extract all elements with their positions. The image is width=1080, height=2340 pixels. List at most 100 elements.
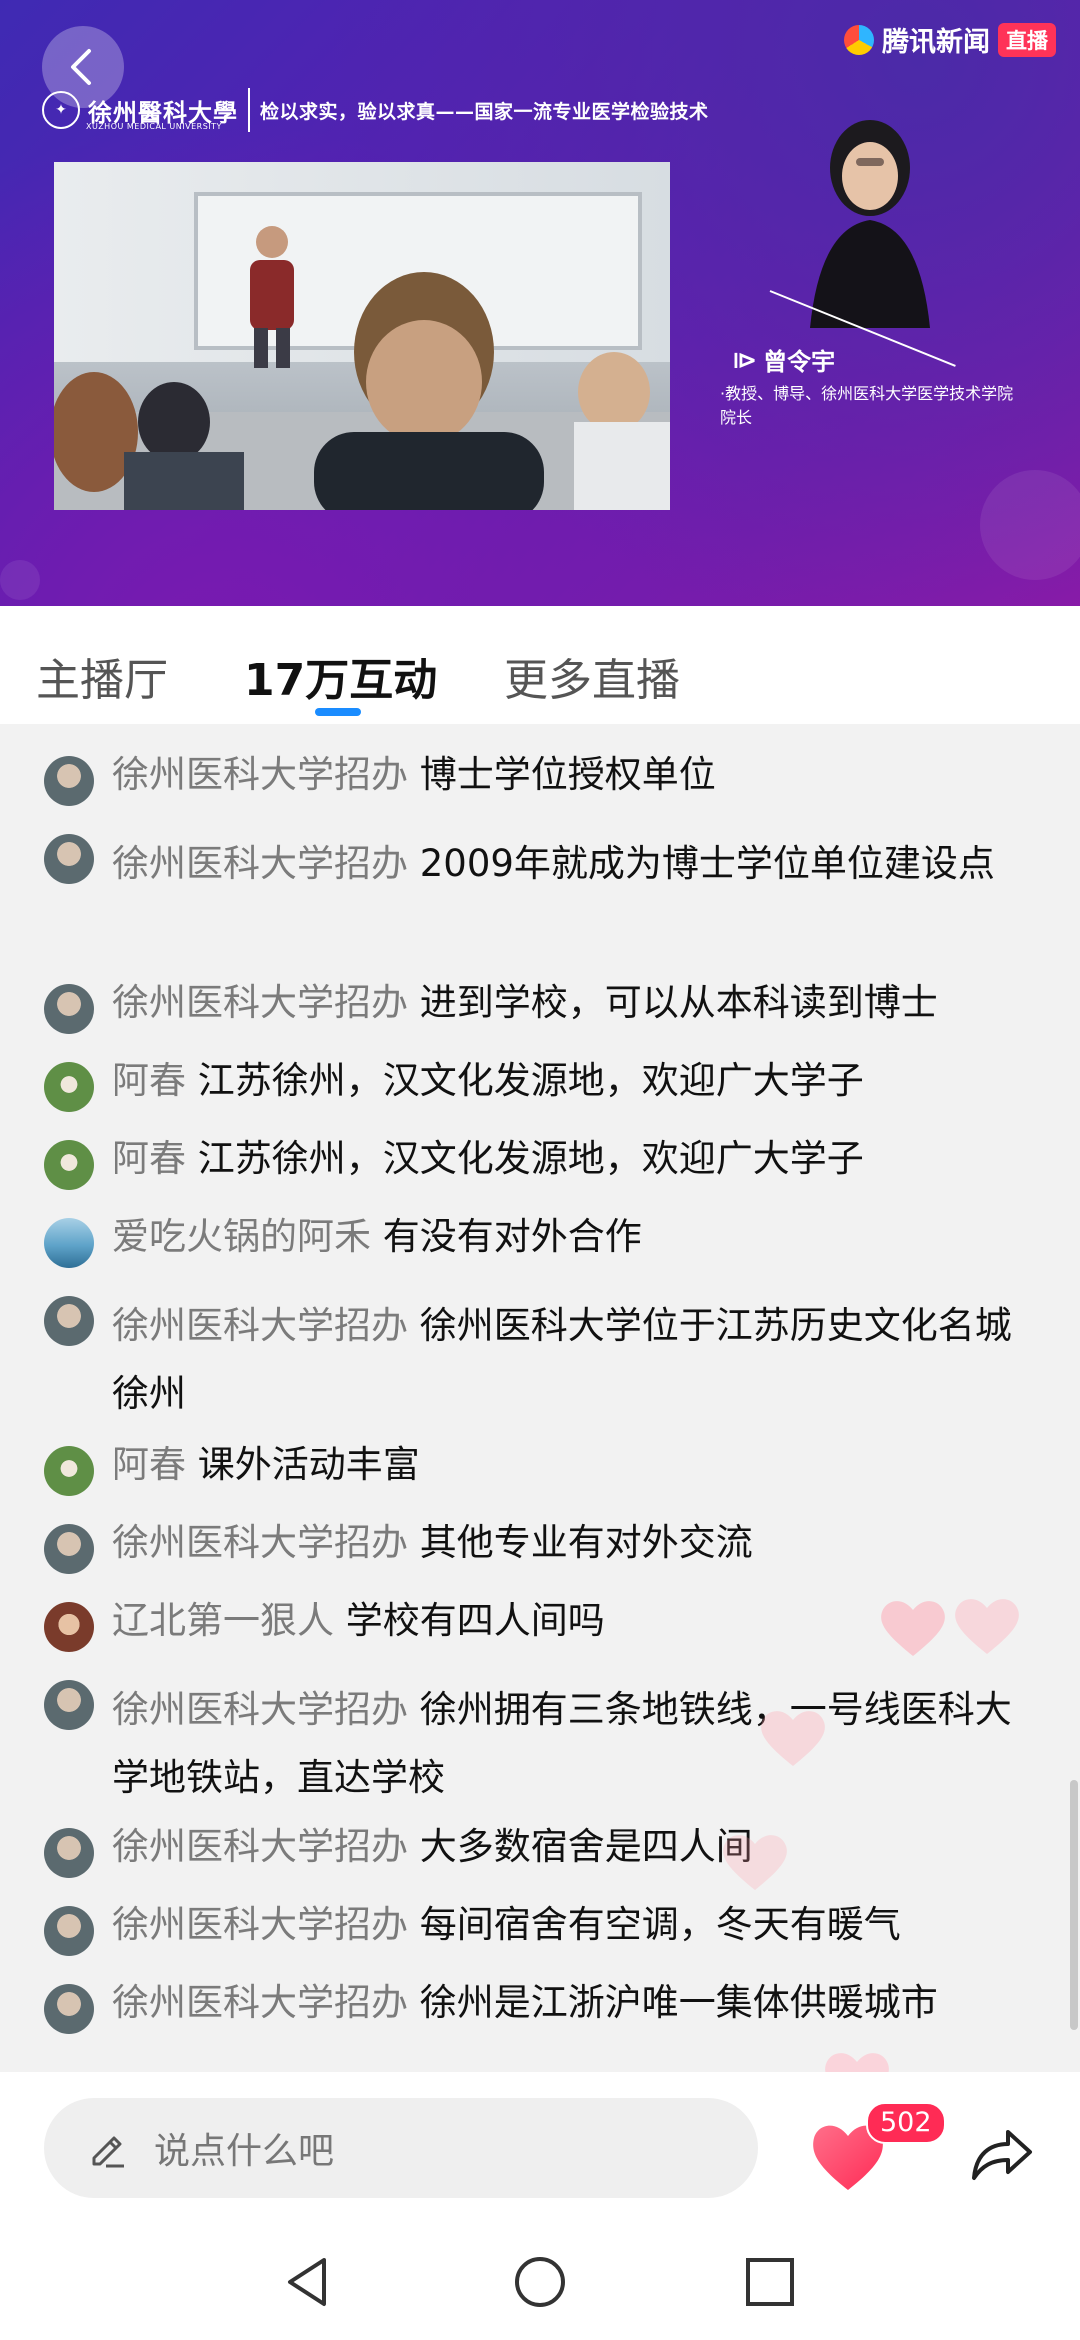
comment-input[interactable]: 说点什么吧 bbox=[44, 2098, 758, 2198]
comment-item: 辽北第一狠人 学校有四人间吗 bbox=[44, 1598, 1024, 1652]
comment-text: 进到学校，可以从本科读到博士 bbox=[419, 981, 938, 1024]
system-navigation-bar bbox=[0, 2224, 1080, 2340]
comment-text: 徐州是江浙沪唯一集体供暖城市 bbox=[419, 1981, 938, 2024]
avatar[interactable] bbox=[44, 1828, 94, 1878]
presenter-name-row: ⧐ 曾令宇 bbox=[732, 342, 835, 377]
comment-item: 徐州医科大学招办 2009年就成为博士学位单位建设点 bbox=[44, 830, 1024, 898]
comment-username[interactable]: 阿春 bbox=[112, 1443, 186, 1486]
share-button[interactable] bbox=[968, 2124, 1034, 2184]
tencent-news-brand: 腾讯新闻 直播 bbox=[844, 20, 1056, 59]
comment-text: 学校有四人间吗 bbox=[345, 1599, 605, 1642]
comment-username[interactable]: 徐州医科大学招办 bbox=[112, 1825, 408, 1868]
avatar[interactable] bbox=[44, 756, 94, 806]
comment-username[interactable]: 辽北第一狠人 bbox=[112, 1599, 334, 1642]
tab-interaction[interactable]: 17万互动 bbox=[244, 644, 437, 708]
nav-home-button[interactable] bbox=[512, 2254, 568, 2310]
comment-username[interactable]: 徐州医科大学招办 bbox=[112, 981, 408, 1024]
comment-text: 江苏徐州，汉文化发源地，欢迎广大学子 bbox=[197, 1059, 864, 1102]
avatar[interactable] bbox=[44, 1140, 94, 1190]
floating-heart-icon bbox=[723, 1835, 787, 1890]
nav-back-button[interactable] bbox=[280, 2254, 336, 2310]
comment-text: 有没有对外合作 bbox=[382, 1215, 642, 1258]
avatar[interactable] bbox=[44, 1062, 94, 1112]
tab-more-live[interactable]: 更多直播 bbox=[504, 644, 680, 708]
school-seal-icon: ✦ bbox=[42, 91, 80, 129]
nav-recent-button[interactable] bbox=[742, 2254, 798, 2310]
comment-item: 阿春 江苏徐州，汉文化发源地，欢迎广大学子 bbox=[44, 1136, 1024, 1190]
comment-input-placeholder: 说点什么吧 bbox=[154, 2131, 335, 2172]
tab-bar: 主播厅 17万互动 更多直播 bbox=[0, 606, 1080, 724]
comment-text: 其他专业有对外交流 bbox=[419, 1521, 753, 1564]
share-icon bbox=[972, 2130, 1032, 2180]
comment-username[interactable]: 徐州医科大学招办 bbox=[112, 1521, 408, 1564]
school-name-en: XUZHOU MEDICAL UNIVERSITY bbox=[86, 122, 222, 131]
decor-bubble bbox=[980, 470, 1080, 580]
avatar[interactable] bbox=[44, 1218, 94, 1268]
comment-item: 徐州医科大学招办 徐州是江浙沪唯一集体供暖城市 bbox=[44, 1980, 1024, 2034]
comment-username[interactable]: 徐州医科大学招办 bbox=[112, 1304, 408, 1347]
comment-content: 徐州医科大学招办 徐州医科大学位于江苏历史文化名城徐州 bbox=[112, 1292, 1024, 1428]
avatar[interactable] bbox=[44, 1524, 94, 1574]
comment-content: 徐州医科大学招办 博士学位授权单位 bbox=[112, 752, 1024, 798]
comment-username[interactable]: 徐州医科大学招办 bbox=[112, 842, 408, 885]
comment-content: 阿春 课外活动丰富 bbox=[112, 1442, 1024, 1488]
comment-item: 徐州医科大学招办 博士学位授权单位 bbox=[44, 752, 1024, 806]
avatar[interactable] bbox=[44, 984, 94, 1034]
comment-text: 每间宿舍有空调，冬天有暖气 bbox=[419, 1903, 901, 1946]
decor-bubble bbox=[0, 560, 40, 600]
play-double-icon: ⧐ bbox=[732, 345, 758, 374]
avatar[interactable] bbox=[44, 1906, 94, 1956]
back-arrow-icon bbox=[71, 49, 91, 85]
header-separator bbox=[248, 88, 250, 132]
students-figures bbox=[54, 272, 670, 510]
circle-home-icon bbox=[515, 2257, 565, 2307]
avatar[interactable] bbox=[44, 834, 94, 884]
comment-item: 徐州医科大学招办 进到学校，可以从本科读到博士 bbox=[44, 980, 1024, 1034]
floating-heart-icon bbox=[955, 1599, 1019, 1654]
presenter-title: ·教授、博导、徐州医科大学医学技术学院院长 bbox=[720, 384, 1014, 427]
comment-username[interactable]: 徐州医科大学招办 bbox=[112, 1981, 408, 2024]
comment-item: 爱吃火锅的阿禾 有没有对外合作 bbox=[44, 1214, 1024, 1268]
avatar[interactable] bbox=[44, 1602, 94, 1652]
comment-username[interactable]: 徐州医科大学招办 bbox=[112, 753, 408, 796]
comment-username[interactable]: 爱吃火锅的阿禾 bbox=[112, 1215, 371, 1258]
avatar[interactable] bbox=[44, 1446, 94, 1496]
comment-username[interactable]: 徐州医科大学招办 bbox=[112, 1688, 408, 1731]
comment-scrollbar[interactable] bbox=[1070, 1780, 1078, 2030]
active-tab-indicator bbox=[315, 708, 361, 716]
presenter-name: 曾令宇 bbox=[763, 348, 836, 376]
comment-username[interactable]: 徐州医科大学招办 bbox=[112, 1903, 408, 1946]
stream-slogan: 检以求实，验以求真——国家一流专业医学检验技术 bbox=[260, 100, 709, 123]
comment-text: 江苏徐州，汉文化发源地，欢迎广大学子 bbox=[197, 1137, 864, 1180]
comment-content: 徐州医科大学招办 徐州是江浙沪唯一集体供暖城市 bbox=[112, 1980, 1024, 2026]
triangle-back-icon bbox=[288, 2258, 326, 2306]
comment-content: 徐州医科大学招办 大多数宿舍是四人间 bbox=[112, 1824, 1024, 1870]
avatar[interactable] bbox=[44, 1984, 94, 2034]
comment-content: 徐州医科大学招办 每间宿舍有空调，冬天有暖气 bbox=[112, 1902, 1024, 1948]
comment-content: 阿春 江苏徐州，汉文化发源地，欢迎广大学子 bbox=[112, 1136, 1024, 1182]
square-recent-icon bbox=[746, 2258, 794, 2306]
tencent-news-logo-icon bbox=[844, 24, 874, 55]
avatar[interactable] bbox=[44, 1680, 94, 1730]
comment-text: 大多数宿舍是四人间 bbox=[419, 1825, 753, 1868]
like-count-badge: 502 bbox=[866, 2102, 946, 2144]
pencil-icon bbox=[92, 2136, 124, 2168]
comment-text: 博士学位授权单位 bbox=[419, 753, 716, 796]
floating-heart-icon bbox=[761, 1711, 825, 1766]
comment-text: 课外活动丰富 bbox=[197, 1443, 420, 1486]
comment-text: 2009年就成为博士学位单位建设点 bbox=[419, 842, 995, 885]
comment-item: 徐州医科大学招办 每间宿舍有空调，冬天有暖气 bbox=[44, 1902, 1024, 1956]
comment-item: 阿春 课外活动丰富 bbox=[44, 1442, 1024, 1496]
floating-heart-icon bbox=[881, 1601, 945, 1656]
comment-item: 徐州医科大学招办 其他专业有对外交流 bbox=[44, 1520, 1024, 1574]
avatar[interactable] bbox=[44, 1296, 94, 1346]
comment-list[interactable]: 徐州医科大学招办 博士学位授权单位 徐州医科大学招办 2009年就成为博士学位单… bbox=[0, 724, 1080, 2072]
comment-content: 徐州医科大学招办 徐州拥有三条地铁线，一号线医科大学地铁站，直达学校 bbox=[112, 1676, 1024, 1812]
comment-content: 徐州医科大学招办 进到学校，可以从本科读到博士 bbox=[112, 980, 1024, 1026]
comment-username[interactable]: 阿春 bbox=[112, 1059, 186, 1102]
tab-host-hall[interactable]: 主播厅 bbox=[36, 644, 168, 708]
live-video-player[interactable]: 腾讯新闻 直播 ✦ 徐州醫科大學 XUZHOU MEDICAL UNIVERSI… bbox=[0, 0, 1080, 606]
comment-content: 徐州医科大学招办 2009年就成为博士学位单位建设点 bbox=[112, 830, 1024, 898]
comment-username[interactable]: 阿春 bbox=[112, 1137, 186, 1180]
presenter-photo bbox=[810, 120, 930, 328]
